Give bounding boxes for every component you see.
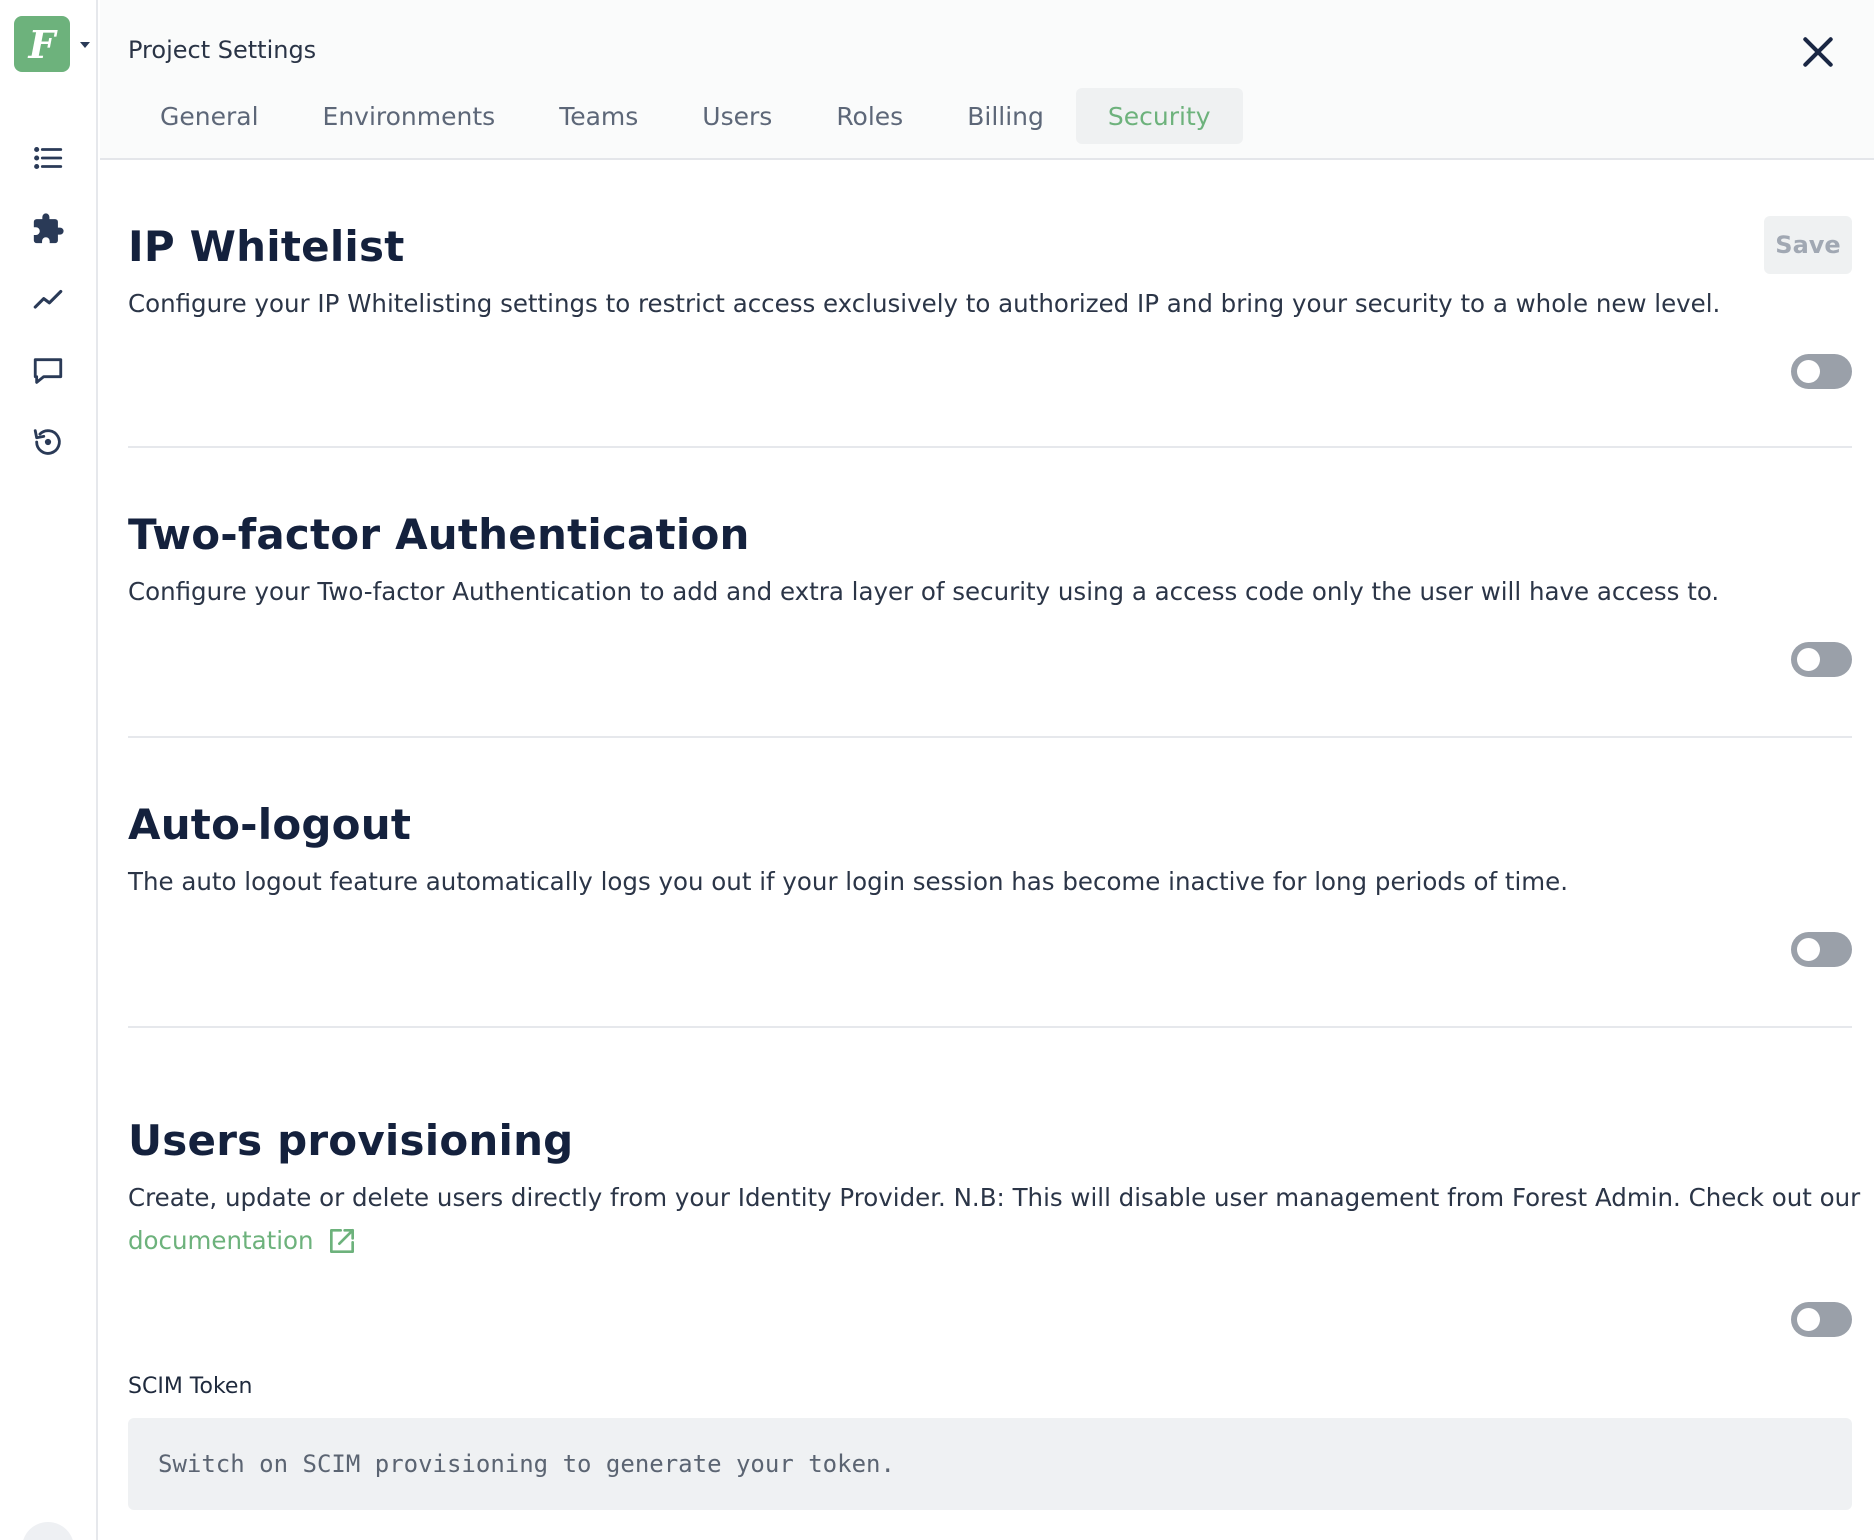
toggle-knob xyxy=(1797,648,1820,671)
tab-security[interactable]: Security xyxy=(1075,88,1243,144)
ip-whitelist-description: Configure your IP Whitelisting settings … xyxy=(128,289,1721,318)
scim-token-field[interactable] xyxy=(128,1418,1852,1510)
documentation-link[interactable]: documentation xyxy=(128,1219,358,1262)
auto-logout-toggle[interactable] xyxy=(1791,932,1852,967)
save-button[interactable]: Save xyxy=(1764,216,1852,274)
tab-environments[interactable]: Environments xyxy=(291,88,528,144)
chat-icon[interactable] xyxy=(28,351,68,391)
users-provisioning-toggle[interactable] xyxy=(1791,1302,1852,1337)
tab-roles[interactable]: Roles xyxy=(804,88,935,144)
documentation-line: documentation xyxy=(128,1219,358,1262)
tab-billing[interactable]: Billing xyxy=(935,88,1076,144)
tab-teams[interactable]: Teams xyxy=(527,88,670,144)
ip-whitelist-section: IP Whitelist Configure your IP Whitelist… xyxy=(128,160,1852,448)
app-logo[interactable]: F xyxy=(14,16,70,72)
logo-letter: F xyxy=(28,21,56,67)
tab-users[interactable]: Users xyxy=(670,88,804,144)
auto-logout-title: Auto-logout xyxy=(128,800,412,849)
auto-logout-section: Auto-logout The auto logout feature auto… xyxy=(128,738,1852,1028)
documentation-link-label: documentation xyxy=(128,1226,314,1255)
users-provisioning-title: Users provisioning xyxy=(128,1116,574,1165)
two-factor-toggle[interactable] xyxy=(1791,642,1852,677)
toggle-knob xyxy=(1797,1308,1820,1331)
page-title: Project Settings xyxy=(128,36,317,64)
close-icon xyxy=(1803,37,1833,67)
external-link-icon xyxy=(329,1228,354,1253)
toggle-knob xyxy=(1797,360,1820,383)
ip-whitelist-toggle[interactable] xyxy=(1791,354,1852,389)
analytics-icon[interactable] xyxy=(28,280,68,320)
close-button[interactable] xyxy=(1796,30,1840,74)
auto-logout-description: The auto logout feature automatically lo… xyxy=(128,867,1569,896)
two-factor-section: Two-factor Authentication Configure your… xyxy=(128,448,1852,738)
history-icon[interactable] xyxy=(28,422,68,462)
tab-general[interactable]: General xyxy=(128,88,291,144)
sidebar-rail: F xyxy=(0,0,98,1540)
list-icon[interactable] xyxy=(28,138,68,178)
settings-header: Project Settings General Environments Te… xyxy=(100,0,1874,160)
two-factor-description: Configure your Two-factor Authentication… xyxy=(128,577,1720,606)
toggle-knob xyxy=(1797,938,1820,961)
ip-whitelist-title: IP Whitelist xyxy=(128,222,405,271)
users-provisioning-description: Create, update or delete users directly … xyxy=(128,1183,1861,1212)
security-settings: IP Whitelist Configure your IP Whitelist… xyxy=(128,160,1860,1510)
users-provisioning-section: Users provisioning Create, update or del… xyxy=(128,1028,1860,1510)
puzzle-icon[interactable] xyxy=(28,209,68,249)
settings-tabs: General Environments Teams Users Roles B… xyxy=(128,88,1243,144)
two-factor-title: Two-factor Authentication xyxy=(128,510,750,559)
workspace-dropdown-caret-icon[interactable] xyxy=(80,42,90,48)
scim-token-label: SCIM Token xyxy=(128,1374,253,1399)
user-avatar[interactable] xyxy=(22,1522,74,1540)
